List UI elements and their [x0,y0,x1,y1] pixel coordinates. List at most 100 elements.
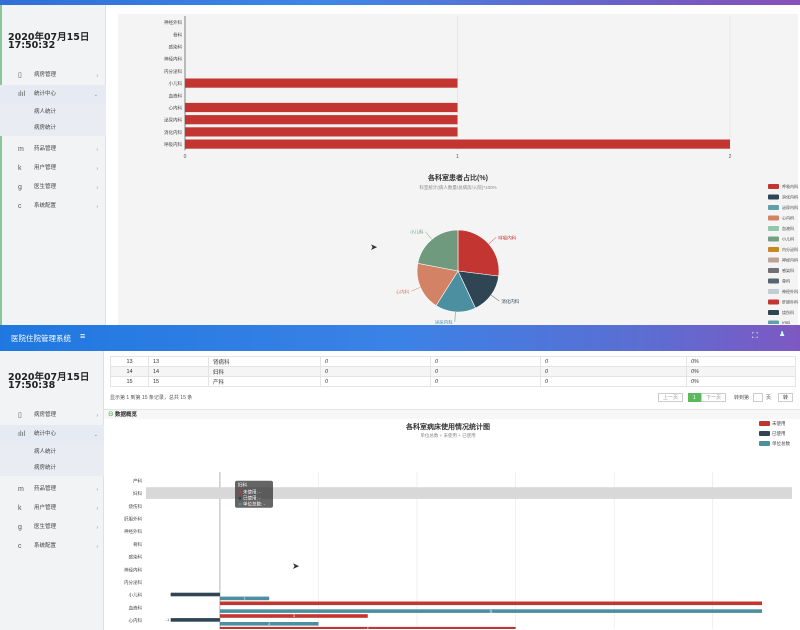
tooltip-title: 妇科 [238,482,247,489]
menu-drug-management[interactable]: m 药品管理 › [0,140,106,159]
current-time: 17:50:32 [8,40,56,51]
pie-slice [457,229,500,277]
chevron-right-icon: › [96,525,98,531]
menu-system-config[interactable]: c 系统配置 › [0,197,106,216]
chevron-right-icon: › [96,506,98,512]
chart-title: 各科室患者占比(%) [427,173,488,182]
menu-user-management[interactable]: k 用户管理 › [0,499,106,518]
fullscreen-icon[interactable]: ⛶ [752,331,758,341]
chevron-right-icon: › [96,204,98,210]
table-cell: 13 [148,356,209,367]
legend-label: 小儿科 [782,236,794,242]
y-tick-label: 心内科 [129,617,143,624]
submenu-ward-stats[interactable]: 病房统计 [0,120,106,136]
menu-ward-management[interactable]: ▯ 病房管理 › [0,66,106,85]
next-page-button[interactable]: 下一页 [701,393,727,402]
department-patient-bar-chart: 0 1 2 神经外科骨科感染科神经内科内分泌科小儿科血液科心内科泌尿内科消化内科呼吸内… [164,16,732,160]
submenu-patient-stats[interactable]: 病人统计 [0,104,106,120]
main-content: 0 1 2 神经外科 骨科 感染科 神经内科 内分泌科 小儿科 血液科 心内科 泌尿内科 消化内科 呼吸内… [118,14,798,325]
page-1-button[interactable]: 1 [688,393,701,402]
goto-button[interactable]: 转 [778,393,794,402]
department-patient-pie-chart: 各科室患者占比(%)科室统计(病人数量/总病房/入院)*100%呼吸内科消化内科… [396,173,798,324]
bar-value-label: 6 [367,627,369,629]
menu-system-config[interactable]: c 系统配置 › [0,537,106,556]
tooltip-line: 未使用: - [243,489,261,496]
legend-swatch [768,247,779,252]
pie-label-line [491,294,500,302]
table-cell: 14 [148,366,209,377]
y-tick-label: 产科 [133,477,142,484]
table-cell: 15 [110,376,149,387]
sidebar: 2020年07月15日 17:50:38 ▯ 病房管理 › ılıl 统计中心 ⌄ 病人… [0,351,106,630]
chevron-right-icon: › [96,487,98,493]
prev-page-button[interactable]: 上一页 [658,393,684,402]
legend-swatch [768,215,779,221]
legend-swatch [768,257,779,263]
legend-swatch [768,205,779,210]
y-tick-label: 骨科 [133,541,142,548]
bar [185,115,458,125]
legend-swatch [759,431,770,436]
legend-label: 肝胆外科 [782,299,798,305]
nav-menu: ▯ 病房管理 › ılıl 统计中心 ⌄ 病人统计 病房统计 m 药品管理 › k 用户管理 ›… [0,66,106,216]
table-cell: 0 [320,376,431,387]
page-unit-label: 页 [766,395,772,401]
table-cell: 0 [320,366,431,377]
legend-label: 血液科 [782,225,794,231]
current-time: 17:50:38 [8,380,56,391]
chart-subtitle: 科室统计(病人数量/总病房/入院)*100% [419,184,496,191]
y-tick-label: 神经外科 [164,19,182,26]
legend-label: 烧伤科 [782,309,794,315]
pie-label-line [454,311,456,322]
menu-doctor-management[interactable]: g 医生管理 › [0,178,106,197]
submenu-ward-stats[interactable]: 病房统计 [0,460,106,476]
chart-subtitle: 单位总数 + 未使用 + 已使用 [420,432,475,439]
goto-label: 转到第 [734,395,750,401]
menu-statistics[interactable]: ılıl 统计中心 ⌄ [0,85,106,104]
table-cell: 0 [540,376,687,387]
tooltip-marker [238,496,242,500]
table-cell: 0 [540,356,687,367]
user-icon: k [18,165,22,172]
bar [185,127,458,137]
bar-value-label: -1 [218,589,221,593]
y-tick-label: 骨科 [173,31,182,38]
bar-value-label: 1 [244,597,246,601]
menu-ward-management[interactable]: ▯ 病房管理 › [0,406,106,425]
data-overview-header[interactable]: ⊖ 数据概览 [104,409,800,419]
y-tick-label: 肝胆外科 [124,515,142,522]
menu-user-management[interactable]: k 用户管理 › [0,159,106,178]
bar-value-label: 2 [268,622,270,626]
legend-label: 神经外科 [782,288,798,294]
chevron-right-icon: › [96,73,98,79]
goto-page-input[interactable] [753,393,763,402]
y-tick-label: 小儿科 [129,592,143,599]
submenu-patient-stats[interactable]: 病人统计 [0,444,106,460]
mouse-cursor-icon: ➤ [292,561,300,571]
menu-label: 系统配置 [34,543,57,549]
table-cell: 妇科 [208,366,321,377]
menu-label: 病房管理 [34,72,57,78]
chart-icon: ılıl [18,431,25,438]
x-tick-label: 1 [456,154,459,160]
legend-label: 骨科 [782,278,790,284]
pagination-bar: 显示第 1 到第 15 条记录，总共 15 条 上一页 1 下一页 转到第 页 … [110,392,796,404]
tooltip-line: 已使用: - [243,495,261,502]
menu-doctor-management[interactable]: g 医生管理 › [0,518,106,537]
menu-statistics[interactable]: ılıl 统计中心 ⌄ [0,425,106,444]
settings-icon: c [18,203,22,210]
pie-label: 心内科 [396,288,410,295]
bar [170,618,220,622]
legend-swatch [768,310,779,315]
legend-label: 内分泌科 [782,246,798,252]
table-cell: 0% [686,366,796,377]
table-cell: 0 [320,356,431,367]
legend-swatch [768,236,779,242]
user-avatar-icon[interactable]: ♟ [779,330,785,338]
table-cell: 0 [430,366,541,377]
legend-swatch [759,421,770,426]
menu-drug-management[interactable]: m 药品管理 › [0,480,106,499]
sidebar: 2020年07月15日 17:50:32 ▯ 病房管理 › ılıl 统计中心 ⌄ 病人… [0,0,106,325]
y-tick-label: 泌尿内科 [164,117,182,124]
hamburger-menu-icon[interactable]: ≡ [80,331,85,341]
